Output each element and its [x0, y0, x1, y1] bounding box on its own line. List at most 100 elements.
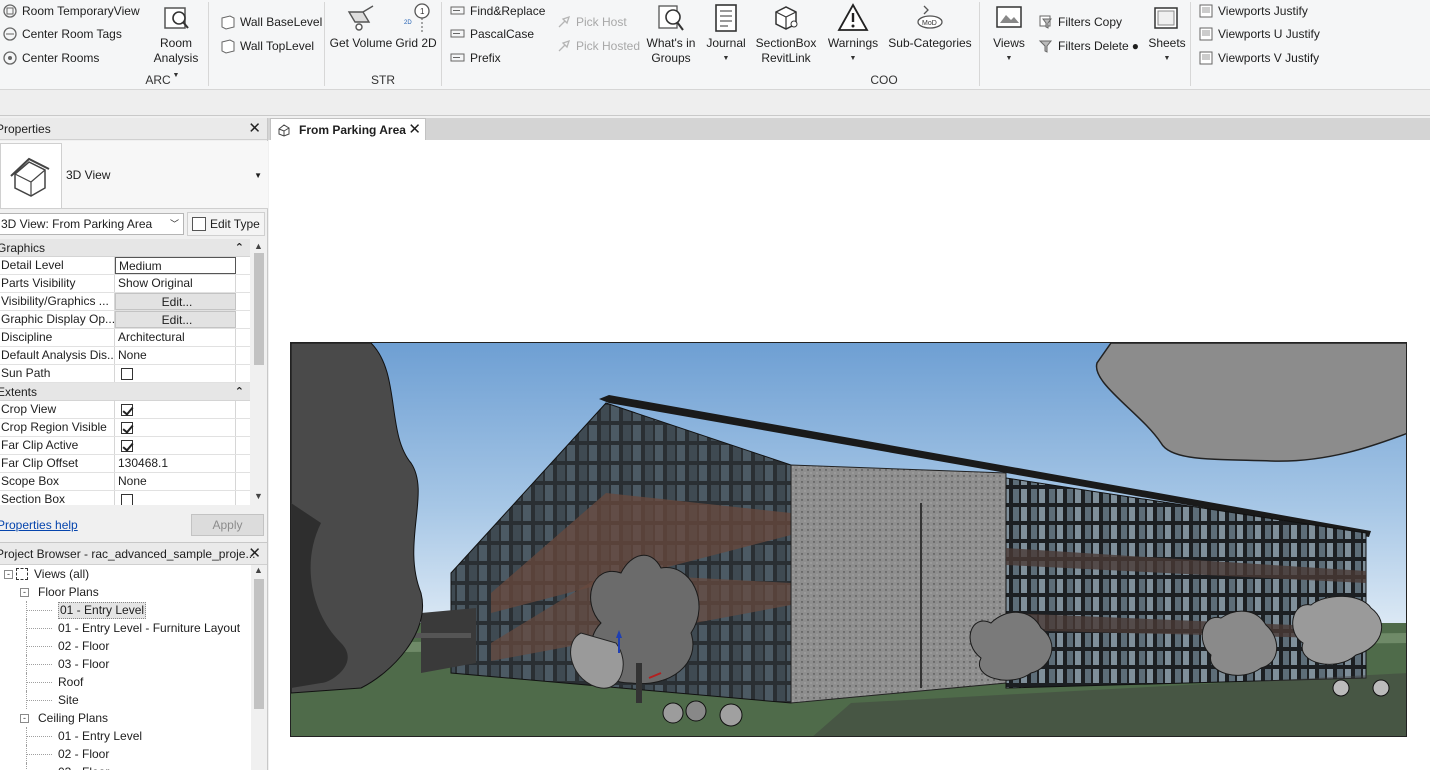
viewports-v-justify-button[interactable]: Viewports V Justify — [1198, 47, 1319, 69]
tab-from-parking-area[interactable]: From Parking Area ✕ — [270, 118, 426, 140]
tree-item-label: Roof — [58, 675, 84, 689]
close-icon[interactable]: ✕ — [248, 118, 261, 140]
scroll-up-icon[interactable]: ▲ — [254, 565, 263, 575]
property-value[interactable] — [115, 491, 236, 505]
tree-item[interactable]: Roof — [0, 673, 252, 691]
warnings-button[interactable]: Warnings ▼ — [826, 2, 880, 66]
room-temporary-view-button[interactable]: Room TemporaryView — [2, 0, 140, 22]
scroll-thumb[interactable] — [254, 253, 264, 365]
pick-host-button[interactable]: Pick Host — [556, 11, 627, 33]
property-value[interactable] — [115, 365, 236, 382]
get-volume-button[interactable]: Get Volume — [329, 2, 393, 51]
property-group-label: Extents — [0, 385, 38, 399]
property-name: Sun Path — [0, 365, 115, 382]
collapse-toggle-icon[interactable]: - — [4, 570, 13, 579]
project-browser-title-bar: Project Browser - rac_advanced_sample_pr… — [0, 543, 267, 565]
property-name: Crop View — [0, 401, 115, 418]
grid-2d-button[interactable]: 1 2D Grid 2D — [395, 2, 437, 51]
project-browser-scrollbar[interactable]: ▲ — [251, 565, 267, 770]
tree-item-label: Floor Plans — [38, 585, 99, 599]
checkbox[interactable] — [121, 422, 133, 434]
tree-item[interactable]: - Ceiling Plans — [0, 709, 252, 727]
property-group-graphics[interactable]: Graphics ⌃ — [0, 239, 250, 257]
svg-text:2D: 2D — [404, 20, 412, 26]
type-selector[interactable]: 3D View ▼ — [0, 141, 268, 209]
checkbox[interactable] — [121, 440, 133, 452]
3d-render-view[interactable] — [290, 342, 1407, 737]
tree-item[interactable]: - Floor Plans — [0, 583, 252, 601]
warning-icon — [837, 2, 869, 34]
property-value[interactable]: Show Original — [115, 275, 236, 292]
drawing-canvas[interactable] — [269, 140, 1430, 770]
whats-in-groups-button[interactable]: What's in Groups — [644, 2, 698, 66]
property-name: Graphic Display Op... — [0, 311, 115, 328]
property-value[interactable]: 130468.1 — [115, 455, 236, 472]
property-value[interactable] — [115, 419, 236, 436]
apply-button[interactable]: Apply — [191, 514, 264, 536]
properties-help-link[interactable]: Properties help — [0, 518, 78, 532]
close-icon[interactable]: ✕ — [408, 120, 421, 138]
property-value[interactable] — [115, 437, 236, 454]
tree-item[interactable]: 01 - Entry Level — [0, 727, 252, 745]
properties-grid: Graphics ⌃ Detail Level Medium Parts Visibil… — [0, 239, 250, 505]
tree-item[interactable]: 01 - Entry Level - Furniture Layout — [0, 619, 252, 637]
filters-copy-button[interactable]: Filters Copy — [1038, 11, 1122, 33]
collapse-toggle-icon[interactable]: - — [20, 714, 29, 723]
center-room-tags-button[interactable]: Center Room Tags — [2, 23, 122, 45]
pascal-case-button[interactable]: PascalCase — [450, 23, 534, 45]
find-replace-button[interactable]: Find&Replace — [450, 0, 545, 22]
viewports-u-justify-button[interactable]: Viewports U Justify — [1198, 23, 1320, 45]
svg-text:MoD: MoD — [922, 20, 937, 27]
sub-categories-button[interactable]: MoD Sub-Categories — [888, 2, 972, 51]
property-row: Crop View — [0, 401, 250, 419]
property-name: Detail Level — [0, 257, 115, 274]
viewports-justify-button[interactable]: Viewports Justify — [1198, 0, 1308, 22]
view-tab-strip: From Parking Area ✕ — [268, 118, 1430, 140]
property-value[interactable]: None — [115, 347, 236, 364]
section-box-revit-link-button[interactable]: SectionBox RevitLink — [754, 2, 818, 66]
checkbox[interactable] — [121, 494, 133, 505]
property-value[interactable]: Architectural — [115, 329, 236, 346]
property-value[interactable] — [115, 401, 236, 418]
wall-top-level-button[interactable]: Wall TopLevel — [220, 35, 314, 57]
center-rooms-button[interactable]: Center Rooms — [2, 47, 99, 69]
tree-item[interactable]: 02 - Floor — [0, 745, 252, 763]
collapse-icon[interactable]: ⌃ — [235, 383, 244, 401]
pick-hosted-button[interactable]: Pick Hosted — [556, 35, 640, 57]
room-analysis-button[interactable]: Room Analysis ▼ — [150, 2, 202, 83]
prefix-button[interactable]: Prefix — [450, 47, 501, 69]
concrete-wall — [790, 464, 1007, 704]
tree-item[interactable]: 02 - Floor — [0, 637, 252, 655]
filters-delete-button[interactable]: Filters Delete ● — [1038, 35, 1139, 57]
close-icon[interactable]: ✕ — [248, 543, 261, 565]
tree-item[interactable]: 03 - Floor — [0, 763, 252, 770]
property-value[interactable]: Edit... — [115, 311, 236, 328]
dropdown-caret-icon[interactable]: ▼ — [254, 171, 262, 180]
property-value[interactable]: Medium — [115, 257, 236, 274]
instance-filter-dropdown[interactable]: 3D View: From Parking Area ﹀ — [0, 213, 184, 235]
tree-item[interactable]: Site — [0, 691, 252, 709]
type-name: 3D View — [66, 168, 111, 182]
checkbox[interactable] — [121, 368, 133, 380]
views-button[interactable]: Views ▼ — [988, 2, 1030, 66]
coo-panel: Find&Replace PascalCase Prefix Pick Host… — [442, 0, 978, 90]
scroll-thumb[interactable] — [254, 579, 264, 709]
collapse-icon[interactable]: ⌃ — [235, 239, 244, 257]
tree-item[interactable]: 03 - Floor — [0, 655, 252, 673]
scroll-down-icon[interactable]: ▼ — [254, 491, 263, 501]
tree-item[interactable]: 01 - Entry Level — [0, 601, 252, 619]
property-group-extents[interactable]: Extents ⌃ — [0, 383, 250, 401]
property-value[interactable]: Edit... — [115, 293, 236, 310]
checkbox[interactable] — [121, 404, 133, 416]
properties-scrollbar[interactable]: ▲ ▼ — [251, 239, 267, 505]
edit-type-button[interactable]: Edit Type — [187, 212, 265, 236]
scroll-up-icon[interactable]: ▲ — [254, 241, 263, 251]
journal-button[interactable]: Journal ▼ — [704, 2, 748, 66]
tree-item[interactable]: - Views (all) — [0, 565, 252, 583]
bullet-icon: ● — [1131, 39, 1139, 53]
property-value[interactable]: None — [115, 473, 236, 490]
wall-base-level-button[interactable]: Wall BaseLevel — [220, 11, 322, 33]
tree-item-label: 03 - Floor — [58, 657, 110, 671]
collapse-toggle-icon[interactable]: - — [20, 588, 29, 597]
sheets-button[interactable]: Sheets ▼ — [1146, 2, 1188, 66]
